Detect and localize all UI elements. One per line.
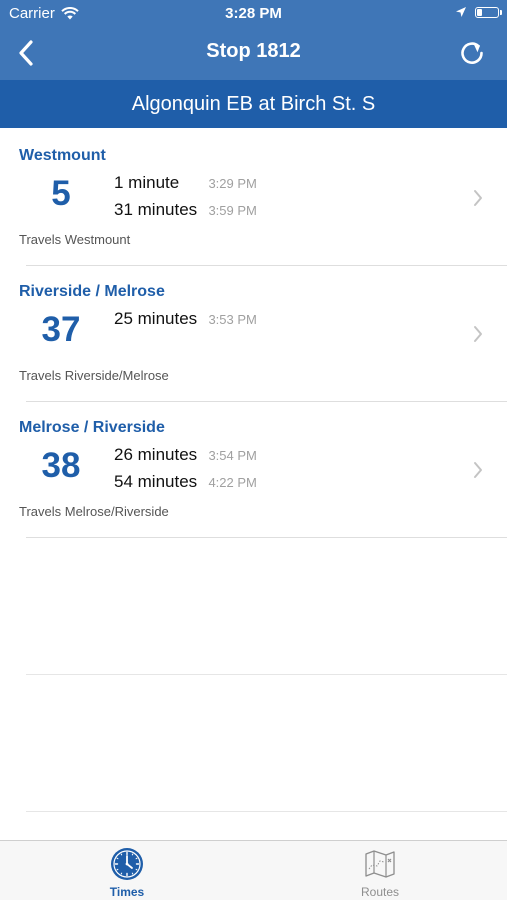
arrival-item: 54 minutes 4:22 PM xyxy=(114,472,257,494)
route-number: 37 xyxy=(41,310,81,349)
route-travels-label: Travels Melrose/Riverside xyxy=(19,504,169,519)
location-arrow-icon xyxy=(456,7,466,17)
arrival-clock-time: 4:22 PM xyxy=(208,475,257,490)
route-number: 38 xyxy=(41,446,81,485)
route-travels-label: Travels Riverside/Melrose xyxy=(19,368,169,383)
tab-bar: Times Routes xyxy=(0,840,507,900)
arrival-item: 26 minutes 3:54 PM xyxy=(114,445,257,467)
arrival-item: 25 minutes 3:53 PM xyxy=(114,309,257,331)
arrival-clock-time: 3:59 PM xyxy=(208,203,257,218)
arrival-item: 1 minute 3:29 PM xyxy=(114,173,257,195)
status-bar: Carrier 3:28 PM xyxy=(0,0,507,28)
route-name: Westmount xyxy=(19,147,106,164)
status-right xyxy=(455,6,502,18)
back-button[interactable] xyxy=(12,38,40,68)
battery-icon xyxy=(475,6,502,18)
chevron-right-icon xyxy=(474,326,482,342)
refresh-button[interactable] xyxy=(457,38,487,68)
route-row-melrose-riverside[interactable]: Melrose / Riverside 38 26 minutes 3:54 P… xyxy=(0,402,507,538)
arrival-item: 31 minutes 3:59 PM xyxy=(114,200,257,222)
empty-list-row xyxy=(0,675,507,812)
stop-name-bar: Algonquin EB at Birch St. S xyxy=(0,80,507,128)
route-row-riverside-melrose[interactable]: Riverside / Melrose 37 25 minutes 3:53 P… xyxy=(0,266,507,402)
route-name: Melrose / Riverside xyxy=(19,419,165,436)
route-travels-label: Travels Westmount xyxy=(19,232,131,247)
tab-routes-label: Routes xyxy=(360,885,400,899)
arrival-countdown: 1 minute xyxy=(114,173,180,192)
route-row-westmount[interactable]: Westmount 5 1 minute 3:29 PM 31 minutes … xyxy=(0,130,507,266)
header: Carrier 3:28 PM Stop 1812 xyxy=(0,0,507,80)
arrival-clock-time: 3:54 PM xyxy=(208,448,257,463)
chevron-right-icon xyxy=(474,462,482,478)
battery-fill xyxy=(477,8,482,16)
map-icon xyxy=(365,850,395,878)
route-list: Westmount 5 1 minute 3:29 PM 31 minutes … xyxy=(0,130,507,812)
route-number: 5 xyxy=(51,174,71,213)
arrival-countdown: 25 minutes xyxy=(114,309,198,328)
arrival-countdown: 31 minutes xyxy=(114,200,198,219)
refresh-icon xyxy=(461,42,483,64)
clock-icon xyxy=(111,848,143,880)
empty-list-row xyxy=(0,538,507,675)
chevron-right-icon xyxy=(474,190,482,206)
arrival-clock-time: 3:53 PM xyxy=(208,312,257,327)
route-name: Riverside / Melrose xyxy=(19,283,165,300)
arrival-countdown: 54 minutes xyxy=(114,472,198,491)
chevron-left-icon xyxy=(19,40,33,66)
tab-routes[interactable]: Routes xyxy=(320,847,440,899)
stop-name: Algonquin EB at Birch St. S xyxy=(131,93,376,115)
page-title: Stop 1812 xyxy=(206,40,301,62)
tab-times-label: Times xyxy=(109,885,145,899)
arrival-clock-time: 3:29 PM xyxy=(208,176,257,191)
tab-times[interactable]: Times xyxy=(67,847,187,899)
arrival-countdown: 26 minutes xyxy=(114,445,198,464)
status-time: 3:28 PM xyxy=(225,5,282,22)
nav-bar: Stop 1812 xyxy=(0,28,507,80)
